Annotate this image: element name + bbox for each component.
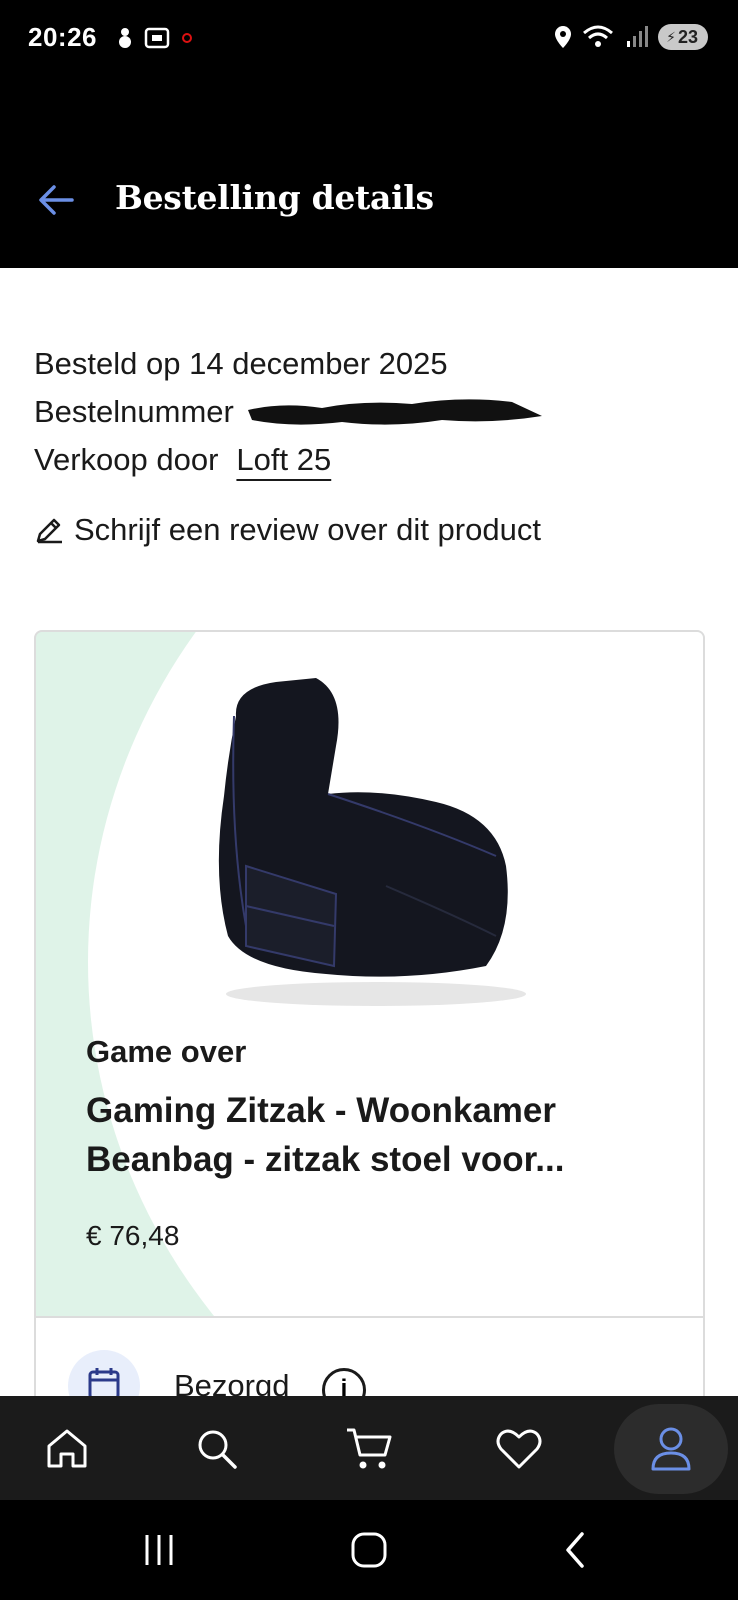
battery-level: 23 [677, 26, 698, 47]
signal-icon [627, 26, 649, 47]
status-left-icons [116, 26, 194, 50]
product-price: € 76,48 [86, 1220, 180, 1251]
profile-icon [651, 1427, 691, 1471]
product-image [218, 678, 526, 1006]
info-icon[interactable]: i [322, 1368, 366, 1396]
calendar-icon [68, 1350, 140, 1396]
delivery-status-text: Bezorgd [174, 1368, 290, 1396]
system-navigation [0, 1500, 738, 1600]
order-number-row: Bestelnummer [34, 388, 542, 436]
product-title[interactable]: Gaming Zitzak - Woonkamer Beanbag - zitz… [86, 1086, 646, 1184]
home-icon [351, 1532, 387, 1568]
recents-button[interactable] [134, 1530, 184, 1570]
nav-cart[interactable] [334, 1414, 404, 1484]
system-back-button[interactable] [550, 1530, 600, 1570]
bottom-navigation [0, 1396, 738, 1500]
nav-home[interactable] [32, 1414, 102, 1484]
battery-icon: ⚡ 23 [658, 24, 708, 50]
nav-search[interactable] [182, 1414, 252, 1484]
home-icon [47, 1429, 87, 1468]
order-meta: Besteld op 14 december 2025 Bestelnummer… [34, 340, 542, 484]
heart-icon [496, 1429, 542, 1469]
back-button[interactable] [36, 180, 76, 220]
seller-link[interactable]: Loft 25 [236, 436, 331, 484]
status-right-icons: ⚡ 23 [554, 24, 708, 50]
order-number-label: Bestelnummer [34, 394, 234, 429]
recents-icon [145, 1535, 173, 1565]
app-bar: Bestelling details [0, 80, 738, 268]
write-review-link[interactable]: Schrijf een review over dit product [34, 512, 541, 548]
product-brand: Game over [86, 1034, 247, 1069]
pencil-icon [36, 518, 62, 544]
search-icon [198, 1430, 237, 1469]
screenshot-icon [144, 27, 170, 49]
delivery-status-section: Bezorgd i [36, 1316, 703, 1396]
wifi-icon [583, 25, 614, 47]
notification-dot-icon [182, 33, 192, 43]
write-review-label: Schrijf een review over dit product [74, 512, 541, 547]
system-home-button[interactable] [344, 1530, 394, 1570]
seller-row: Verkoop door Loft 25 [34, 436, 542, 484]
location-icon [555, 26, 572, 48]
nav-wishlist[interactable] [484, 1414, 554, 1484]
cart-icon [347, 1428, 392, 1469]
nav-profile[interactable] [636, 1414, 706, 1484]
redacted-order-number [242, 394, 542, 430]
product-card[interactable]: Game over Gaming Zitzak - Woonkamer Bean… [34, 630, 705, 1396]
order-date: Besteld op 14 december 2025 [34, 346, 448, 381]
page-title: Bestelling details [115, 178, 434, 217]
back-icon [566, 1532, 584, 1568]
order-details-content[interactable]: Besteld op 14 december 2025 Bestelnummer… [0, 268, 738, 1396]
arrow-left-icon [39, 185, 74, 215]
seller-label: Verkoop door [34, 442, 219, 477]
status-bar: 20:26 ⚡ 23 [0, 0, 738, 80]
status-time: 20:26 [28, 22, 97, 52]
snowman-icon [119, 28, 131, 48]
